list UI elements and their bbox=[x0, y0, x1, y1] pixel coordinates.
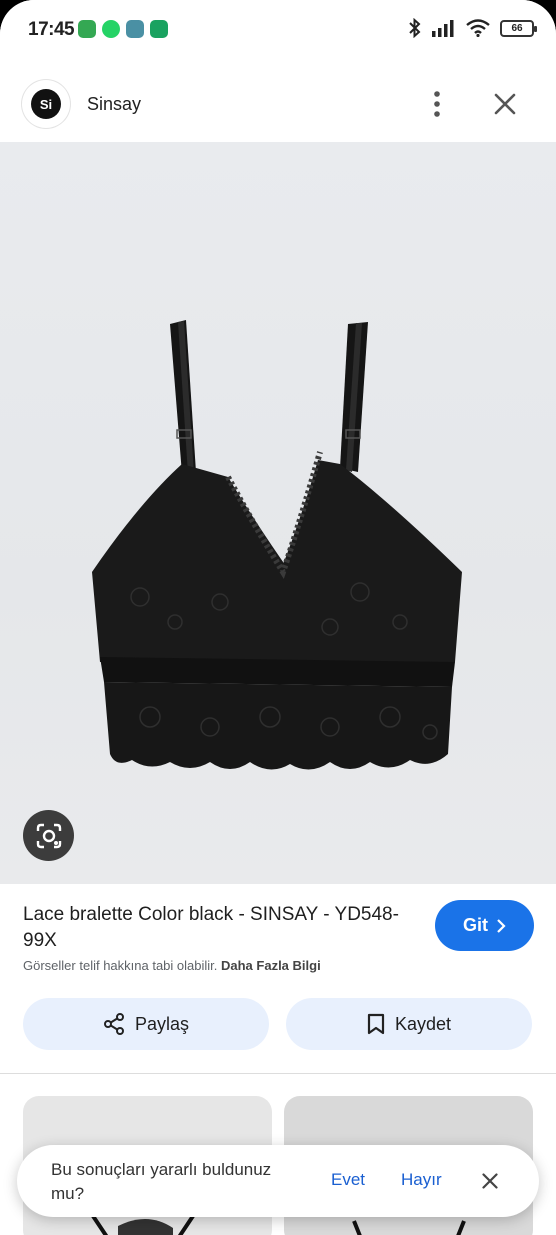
visit-button-label: Git bbox=[463, 915, 488, 935]
clock: 17:45 bbox=[28, 19, 75, 40]
feedback-question: Bu sonuçları yararlı buldunuz mu? bbox=[51, 1160, 272, 1203]
close-icon bbox=[482, 1173, 498, 1189]
close-icon bbox=[494, 93, 516, 115]
feedback-prompt: Bu sonuçları yararlı buldunuz mu? Evet H… bbox=[17, 1145, 539, 1217]
visit-button[interactable]: Git bbox=[435, 900, 534, 951]
battery-icon: 66 bbox=[500, 19, 537, 37]
sync-app-icon bbox=[150, 20, 168, 38]
save-button[interactable]: Kaydet bbox=[286, 998, 532, 1050]
product-info: Lace bralette Color black - SINSAY - YD5… bbox=[0, 884, 556, 1074]
maps-icon bbox=[126, 20, 144, 38]
phone-app-icon bbox=[78, 20, 96, 38]
lens-icon bbox=[36, 823, 61, 848]
sinsay-logo-icon: Si bbox=[31, 89, 61, 119]
share-button[interactable]: Paylaş bbox=[23, 998, 269, 1050]
whatsapp-icon bbox=[102, 20, 120, 38]
wifi-icon bbox=[466, 19, 490, 37]
more-info-link[interactable]: Daha Fazla Bilgi bbox=[221, 958, 321, 973]
product-title[interactable]: Lace bralette Color black - SINSAY - YD5… bbox=[23, 902, 403, 954]
status-indicators: 66 bbox=[408, 18, 537, 38]
copyright-notice: Görseller telif hakkına tabi olabilir. D… bbox=[23, 958, 321, 973]
copyright-text: Görseller telif hakkına tabi olabilir. bbox=[23, 958, 218, 973]
feedback-close-button[interactable] bbox=[478, 1169, 502, 1193]
screen: 17:45 66 Si Sinsay Lace bralette Color b… bbox=[0, 0, 556, 1235]
status-bar: 17:45 66 bbox=[0, 0, 556, 60]
feedback-no-button[interactable]: Hayır bbox=[401, 1170, 442, 1190]
save-label: Kaydet bbox=[394, 1013, 452, 1034]
more-options-button[interactable] bbox=[424, 88, 450, 120]
google-lens-button[interactable] bbox=[23, 810, 74, 861]
share-label: Paylaş bbox=[134, 1013, 190, 1034]
site-name[interactable]: Sinsay bbox=[87, 94, 141, 115]
site-logo[interactable]: Si bbox=[22, 80, 70, 128]
bookmark-icon bbox=[367, 1013, 385, 1035]
result-header: Si Sinsay bbox=[0, 60, 556, 142]
notification-icons bbox=[78, 20, 168, 38]
bluetooth-icon bbox=[409, 18, 421, 38]
share-icon bbox=[103, 1013, 124, 1035]
product-image[interactable] bbox=[0, 142, 556, 884]
signal-icon bbox=[432, 20, 454, 37]
feedback-yes-button[interactable]: Evet bbox=[331, 1170, 365, 1190]
chevron-right-icon bbox=[497, 918, 506, 933]
more-vert-icon bbox=[434, 91, 440, 117]
close-button[interactable] bbox=[490, 89, 520, 119]
bralette-image bbox=[92, 320, 462, 770]
